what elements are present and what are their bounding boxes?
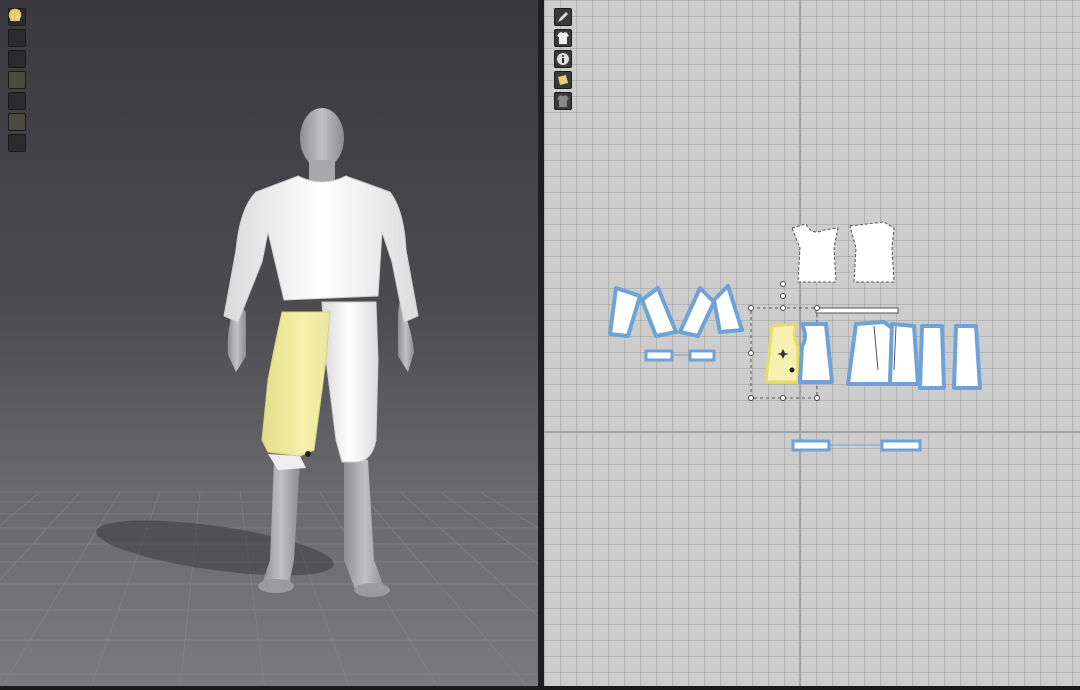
sleeve-pattern-right[interactable] (678, 284, 744, 338)
pants-back-pattern[interactable] (846, 320, 920, 386)
texture-display-icon[interactable] (8, 9, 26, 47)
cuff-patterns[interactable] (644, 349, 716, 362)
waistband-patterns[interactable] (791, 439, 922, 452)
pants-front-right-pattern[interactable] (798, 322, 834, 384)
info-icon[interactable] (554, 50, 572, 68)
fabric-display-icon[interactable] (8, 10, 26, 89)
3d-toolbar (8, 8, 26, 152)
bottom-border (0, 686, 1080, 690)
garment-view-icon[interactable] (554, 29, 572, 47)
shirt-back-pattern[interactable] (849, 221, 895, 283)
shirt-front-pattern[interactable] (791, 223, 839, 283)
collar-band-pattern[interactable] (815, 307, 899, 314)
sleeve-pattern-left[interactable] (608, 286, 678, 338)
pattern-shading-icon[interactable] (8, 10, 26, 110)
pin-point[interactable] (305, 451, 311, 457)
shade-icon[interactable] (554, 92, 572, 110)
3d-scene[interactable] (0, 0, 538, 690)
3d-viewport[interactable] (0, 0, 538, 690)
pants-cuff-patterns[interactable] (918, 324, 982, 390)
avatar-display-icon[interactable] (8, 9, 26, 68)
shirt-garment[interactable] (223, 175, 419, 323)
selected-pants-panel[interactable] (261, 311, 331, 457)
avatar-shadow (96, 520, 334, 576)
pants-front-left-pattern-selected[interactable] (764, 322, 800, 384)
fabric-swatch-icon[interactable] (554, 71, 572, 89)
2d-toolbar (554, 8, 572, 110)
grid-display-icon[interactable] (8, 8, 26, 152)
pattern-edit-icon[interactable] (554, 8, 572, 26)
pattern-canvas[interactable] (544, 0, 1080, 690)
2d-pattern-viewport[interactable] (544, 0, 1080, 690)
avatar-skin-icon[interactable] (8, 9, 26, 131)
